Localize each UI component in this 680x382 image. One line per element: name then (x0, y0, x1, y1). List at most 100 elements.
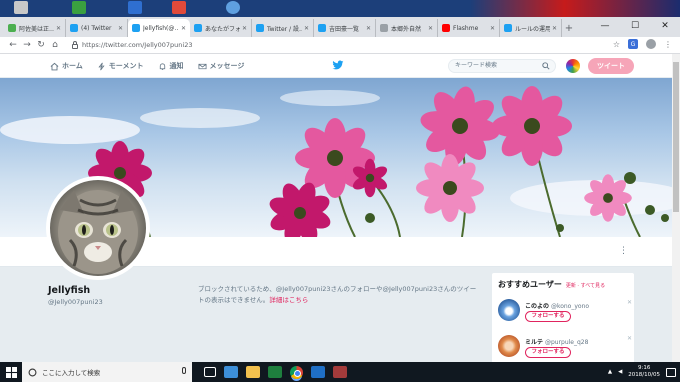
close-tab-icon[interactable]: ✕ (118, 25, 123, 32)
dismiss-icon[interactable]: ✕ (627, 299, 632, 306)
nav-notifications[interactable]: 通知 (158, 61, 184, 71)
action-center-icon[interactable] (666, 367, 676, 377)
task-view-icon[interactable] (204, 367, 216, 377)
browser-tab[interactable]: 阿佐美は正… ✕ (4, 19, 66, 37)
twitter-favicon-icon (194, 24, 202, 32)
twitter-bird-logo[interactable] (332, 60, 344, 71)
profile-avatar-icon[interactable] (646, 39, 656, 49)
user-name[interactable]: このよの (525, 303, 549, 310)
mail-icon[interactable] (311, 366, 325, 378)
close-tab-icon[interactable]: ✕ (366, 25, 371, 32)
desktop-icon[interactable] (226, 1, 240, 14)
lightning-icon (98, 62, 105, 70)
home-icon[interactable]: ⌂ (48, 40, 62, 50)
user-avatar[interactable] (498, 299, 520, 321)
follow-button[interactable]: フォローする (525, 311, 571, 322)
volume-icon[interactable]: ◀ (618, 369, 622, 375)
reload-icon[interactable]: ↻ (34, 40, 48, 50)
close-tab-icon[interactable]: ✕ (304, 25, 309, 32)
network-icon[interactable]: ▲ (608, 369, 612, 375)
nav-moments-label: モーメント (108, 62, 144, 70)
store-icon[interactable] (268, 366, 282, 378)
minimize-button[interactable]: — (590, 17, 620, 35)
taskbar-search-box[interactable]: ここに入力して検索 (22, 362, 192, 382)
twitter-favicon-icon (256, 24, 264, 32)
who-to-follow-title: おすすめユーザー (498, 280, 562, 289)
twitter-favicon-icon (318, 24, 326, 32)
chrome-taskbar-icon[interactable] (290, 365, 303, 379)
taskbar-app-icon[interactable] (333, 366, 347, 378)
tab-strip: 阿佐美は正… ✕ (4) Twitter ✕ Jellyfish(@… ✕ あなたがフ… (0, 17, 680, 37)
close-tab-icon[interactable]: ✕ (490, 25, 495, 32)
new-tab-button[interactable]: + (562, 19, 576, 37)
back-icon[interactable]: ← (6, 40, 20, 50)
nav-moments[interactable]: モーメント (97, 61, 144, 71)
search-icon[interactable] (542, 62, 550, 70)
scrollbar-thumb[interactable] (673, 62, 679, 212)
nav-home[interactable]: ホーム (50, 61, 83, 71)
close-tab-icon[interactable]: ✕ (552, 25, 557, 32)
document-favicon-icon (380, 24, 388, 32)
tweet-button[interactable]: ツイート (588, 58, 634, 74)
blocked-message: ブロックされているため、@Jelly007puni23さんのフォローや@Jell… (198, 285, 477, 304)
file-explorer-icon[interactable] (246, 366, 260, 378)
page-scrollbar[interactable] (672, 54, 680, 362)
follow-button[interactable]: フォローする (525, 347, 571, 358)
microphone-icon[interactable] (182, 367, 186, 374)
refresh-view-all-links[interactable]: 更新 · すべて見る (566, 282, 605, 289)
maximize-button[interactable]: ☐ (620, 17, 650, 35)
desktop-icon[interactable] (172, 1, 186, 14)
system-clock[interactable]: 9:16 2018/10/05 (628, 365, 660, 379)
profile-name: Jellyfish (48, 285, 91, 296)
close-window-button[interactable]: ✕ (650, 17, 680, 35)
who-to-follow-panel: おすすめユーザー 更新 · すべて見る このよの @kono_yono ✕ フォ… (491, 272, 635, 364)
start-button[interactable] (0, 362, 22, 382)
close-tab-icon[interactable]: ✕ (181, 25, 186, 32)
account-avatar[interactable] (566, 59, 580, 73)
twitter-favicon-icon (132, 24, 140, 32)
url-text: https://twitter.com/Jelly007puni23 (82, 41, 193, 49)
profile-avatar[interactable] (46, 176, 150, 280)
taskbar-app-icon[interactable] (224, 366, 238, 378)
close-tab-icon[interactable]: ✕ (56, 25, 61, 32)
windows-logo-icon (5, 366, 17, 378)
desktop-icon[interactable] (72, 1, 86, 14)
twitter-favicon-icon (70, 24, 78, 32)
blocked-notice: ブロックされているため、@Jelly007puni23さんのフォローや@Jell… (198, 284, 478, 306)
close-tab-icon[interactable]: ✕ (428, 25, 433, 32)
cat-avatar-image (58, 190, 138, 274)
browser-tab[interactable]: (4) Twitter ✕ (66, 19, 128, 37)
user-avatar[interactable] (498, 335, 520, 357)
url-field[interactable]: https://twitter.com/Jelly007puni23 (68, 39, 608, 52)
clock-date: 2018/10/05 (628, 372, 660, 378)
dismiss-icon[interactable]: ✕ (627, 335, 632, 342)
browser-tab[interactable]: あなたがフォ…✕ (190, 19, 252, 37)
nav-messages[interactable]: メッセージ (198, 61, 244, 71)
user-handle: @kono_yono (550, 303, 590, 310)
browser-tab-active[interactable]: Jellyfish(@… ✕ (128, 19, 190, 37)
window-controls: — ☐ ✕ (590, 17, 680, 35)
forward-icon[interactable]: → (20, 40, 34, 50)
learn-more-link[interactable]: 詳細はこちら (269, 296, 308, 304)
user-name[interactable]: ミルテ (525, 339, 543, 346)
desktop-icon[interactable] (14, 1, 28, 14)
desktop-background (0, 0, 680, 17)
desktop-icon[interactable] (128, 1, 142, 14)
bell-icon (159, 62, 165, 70)
browser-tab[interactable]: ルールの運用 ✕ (500, 19, 562, 37)
browser-tab[interactable]: 吉田豪一覧 ✕ (314, 19, 376, 37)
search-input[interactable]: キーワード検索 (448, 59, 556, 73)
translate-extension-icon[interactable]: G (628, 39, 638, 49)
more-options-icon[interactable]: ⋮ (619, 246, 628, 256)
twitter-favicon-icon (504, 24, 512, 32)
bookmark-star-icon[interactable]: ☆ (613, 40, 620, 49)
twitter-global-nav: ホーム モーメント 通知 メッセージ キーワード検索 ツイート (0, 54, 672, 78)
chrome-menu-icon[interactable]: ⋮ (664, 40, 672, 49)
browser-tab[interactable]: Twitter / 設… ✕ (252, 19, 314, 37)
suggested-user: このよの @kono_yono ✕ フォローする (498, 299, 632, 329)
close-tab-icon[interactable]: ✕ (242, 25, 247, 32)
browser-tab[interactable]: Flashme ✕ (438, 19, 500, 37)
youtube-favicon-icon (442, 24, 450, 32)
browser-tab[interactable]: 本郷外自然 ✕ (376, 19, 438, 37)
envelope-icon (198, 63, 207, 69)
